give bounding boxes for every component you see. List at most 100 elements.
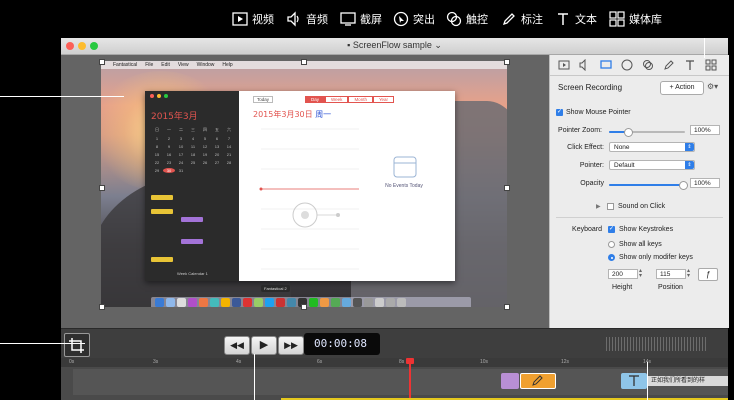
text-clip[interactable] [621, 373, 647, 389]
show-mouse-pointer-checkbox[interactable]: ✓ [556, 109, 563, 116]
callout-line [647, 362, 648, 400]
canvas-area[interactable]: Fantastical File Edit View Window Help 2… [61, 55, 549, 328]
keystroke-height-field[interactable]: 200 [608, 269, 638, 279]
show-mouse-pointer-label: Show Mouse Pointer [566, 109, 631, 116]
today-button[interactable]: Today [253, 96, 274, 103]
position-label: Position [658, 284, 683, 291]
toolbar-audio[interactable]: 音频 [286, 9, 328, 29]
menu-view: View [177, 62, 189, 68]
font-button[interactable]: ƒ [698, 268, 718, 281]
screen-icon [340, 12, 356, 26]
view-day[interactable]: Day [305, 96, 326, 103]
rewind-button[interactable]: ◀◀ [224, 336, 250, 355]
toolbar-video[interactable]: 视频 [232, 9, 274, 29]
toolbar-screen[interactable]: 截屏 [340, 9, 382, 29]
section-title: Screen Recording [558, 83, 623, 92]
toolbar-touch[interactable]: 触控 [446, 9, 488, 29]
resize-handle[interactable] [504, 304, 510, 310]
mac-dock [151, 297, 471, 307]
mini-month-grid: 日一二三四五六 1234567 8 9 10 11 12 13 14 15 16 17 18 19 2… [154, 127, 232, 173]
timeline-clip[interactable] [501, 373, 519, 389]
view-week[interactable]: Week [325, 96, 349, 103]
timeline[interactable]: 0s 3s 4s 6s 8s 10s 12s 14s 正如我们所看到的样 [61, 358, 728, 400]
show-all-keys-radio[interactable] [608, 241, 615, 248]
view-month[interactable]: Month [348, 96, 373, 103]
crop-button[interactable] [64, 333, 90, 357]
toolbar-highlight[interactable]: 突出 [393, 9, 435, 29]
show-keystrokes-label: Show Keystrokes [619, 226, 674, 233]
resize-handle[interactable] [301, 59, 307, 65]
resize-handle[interactable] [301, 304, 307, 310]
media-library-icon [609, 11, 625, 27]
chevron-updown-icon: ⇕ [685, 143, 694, 151]
toolbar-highlight-label: 突出 [413, 13, 435, 26]
media-tab-icon[interactable] [705, 59, 717, 71]
position-stepper[interactable]: ▴ ▾ [687, 268, 690, 279]
text-clip-caption: 正如我们所看到的样 [647, 376, 728, 386]
resize-handle[interactable] [504, 59, 510, 65]
event-tag [181, 217, 203, 222]
annotation-icon [502, 13, 515, 26]
text-tab-icon[interactable] [684, 59, 696, 71]
pointer-label: Pointer: [579, 162, 604, 169]
calendar-sidebar: 2015年3月 日一二三四五六 1234567 8 9 10 11 12 13 14 15 1… [145, 91, 239, 281]
tick-label: 6s [317, 359, 323, 365]
sound-on-click-checkbox[interactable] [607, 203, 614, 210]
add-action-button[interactable]: + Action [660, 81, 704, 95]
click-effect-select[interactable]: None ⇕ [609, 142, 695, 152]
sidebar-traffic-lights [150, 94, 168, 98]
click-effect-value: None [614, 144, 630, 151]
callout-line [254, 354, 255, 400]
calendar-main: Today Day Week Month Year 2015年3月30日 周一 [239, 91, 455, 281]
pointer-select[interactable]: Default ⇕ [609, 160, 695, 170]
video-icon [232, 12, 248, 26]
recorded-screen[interactable]: Fantastical File Edit View Window Help 2… [101, 61, 507, 307]
pointer-zoom-field[interactable]: 100% [690, 125, 720, 135]
height-stepper[interactable]: ▴ ▾ [639, 268, 642, 279]
annotation-tab-icon[interactable] [663, 59, 675, 71]
toolbar-media-library-label: 媒体库 [629, 13, 662, 26]
highlight-tab-icon[interactable] [621, 59, 633, 71]
show-keystrokes-checkbox[interactable]: ✓ [608, 226, 615, 233]
event-tag [151, 209, 173, 214]
resize-handle[interactable] [99, 185, 105, 191]
show-modifier-keys-radio[interactable] [608, 254, 615, 261]
no-events-text: No Events Today [385, 183, 423, 189]
screen-tab-icon[interactable] [600, 59, 612, 71]
keystroke-position-field[interactable]: 115 [656, 269, 686, 279]
fast-forward-button[interactable]: ▶▶ [278, 336, 304, 355]
playhead[interactable] [406, 358, 414, 400]
audio-tab-icon[interactable] [579, 59, 591, 71]
opacity-slider[interactable] [609, 181, 688, 190]
text-icon [558, 13, 568, 25]
keyboard-label: Keyboard [572, 226, 602, 233]
toolbar-media-library[interactable]: 媒体库 [609, 9, 662, 29]
timeline-ruler[interactable]: 0s 3s 4s 6s 8s 10s 12s 14s [61, 358, 728, 367]
tick-label: 12s [561, 359, 570, 365]
video-tab-icon[interactable] [558, 59, 570, 71]
audio-level-meter [606, 337, 706, 351]
play-button[interactable]: ▶ [251, 336, 277, 355]
touch-tab-icon[interactable] [642, 59, 654, 71]
callout-line [704, 38, 705, 58]
chevron-updown-icon: ⇕ [685, 161, 694, 169]
resize-handle[interactable] [504, 185, 510, 191]
toolbar-annotation-label: 标注 [521, 13, 543, 26]
resize-handle[interactable] [99, 59, 105, 65]
dock-tooltip: Fantastical 2 [261, 285, 290, 292]
crop-icon [69, 338, 84, 353]
touch-icon [446, 11, 462, 27]
height-label: Height [612, 284, 633, 291]
toolbar-screen-label: 截屏 [360, 13, 382, 26]
gear-icon[interactable]: ⚙▾ [707, 82, 718, 91]
annotation-clip[interactable] [520, 373, 556, 389]
toolbar-annotation[interactable]: 标注 [501, 9, 543, 29]
show-all-keys-label: Show all keys [619, 241, 662, 248]
opacity-field[interactable]: 100% [690, 178, 720, 188]
view-year[interactable]: Year [372, 96, 395, 103]
pointer-zoom-slider[interactable] [609, 128, 685, 137]
toolbar-text[interactable]: 文本 [555, 9, 597, 29]
disclosure-triangle-icon[interactable]: ▶ [596, 203, 601, 210]
day-hours-grid [259, 128, 359, 270]
resize-handle[interactable] [99, 304, 105, 310]
